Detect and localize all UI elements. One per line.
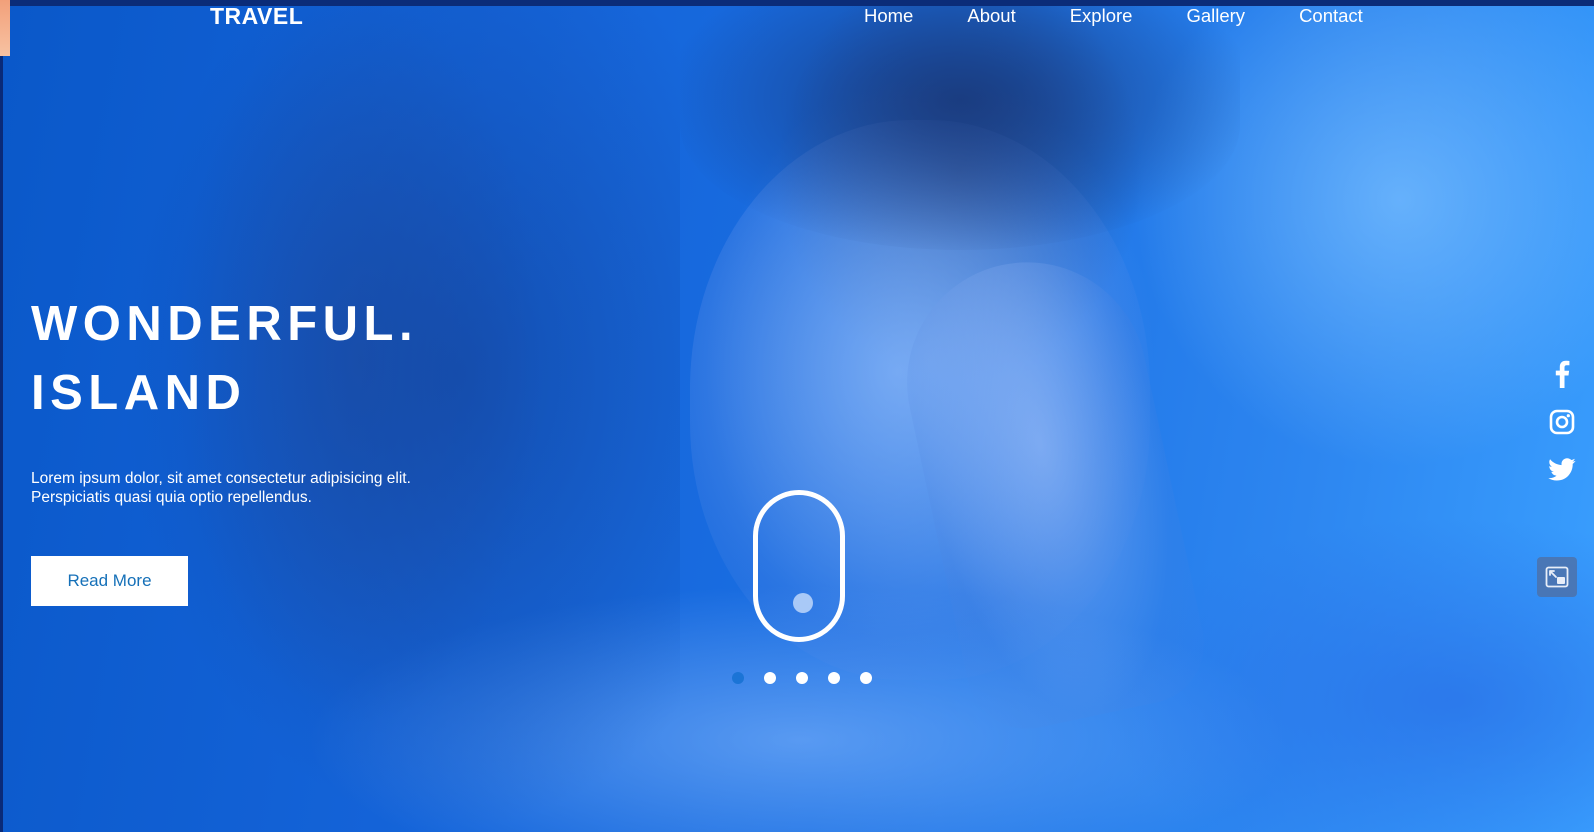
slider-pagination [732, 672, 872, 684]
scroll-mouse-icon [753, 490, 845, 642]
facebook-icon[interactable] [1548, 360, 1576, 388]
slider-dot-5[interactable] [860, 672, 872, 684]
hero-title: WONDERFUL. ISLAND [31, 290, 418, 428]
hero-description-line-2: Perspiciatis quasi quia optio repellendu… [31, 488, 312, 506]
nav-contact[interactable]: Contact [1299, 5, 1363, 27]
slider-dot-3[interactable] [796, 672, 808, 684]
read-more-button[interactable]: Read More [31, 556, 188, 606]
hero-description-line-1: Lorem ipsum dolor, sit amet consectetur … [31, 470, 411, 487]
slider-dot-2[interactable] [764, 672, 776, 684]
left-edge-line [0, 56, 3, 832]
twitter-icon[interactable] [1548, 456, 1576, 484]
main-nav: Home About Explore Gallery Contact [864, 5, 1363, 27]
nav-home[interactable]: Home [864, 5, 913, 27]
hero-description: Lorem ipsum dolor, sit amet consectetur … [31, 470, 461, 507]
hero-title-line-2: ISLAND [31, 366, 247, 420]
brand-logo[interactable]: TRAVEL [210, 3, 303, 30]
nav-gallery[interactable]: Gallery [1186, 5, 1245, 27]
picture-in-picture-button[interactable] [1537, 557, 1577, 597]
slider-dot-1[interactable] [732, 672, 744, 684]
nav-about[interactable]: About [967, 5, 1015, 27]
slider-dot-4[interactable] [828, 672, 840, 684]
hero-title-line-1: WONDERFUL. [31, 297, 419, 351]
scroll-wheel-dot [793, 593, 813, 613]
nav-explore[interactable]: Explore [1070, 5, 1133, 27]
left-edge-marker [0, 0, 10, 56]
social-links [1548, 360, 1576, 484]
picture-in-picture-icon [1545, 566, 1569, 588]
instagram-icon[interactable] [1548, 408, 1576, 436]
hero-section: TRAVEL Home About Explore Gallery Contac… [0, 0, 1594, 832]
background-hat [680, 0, 1240, 250]
